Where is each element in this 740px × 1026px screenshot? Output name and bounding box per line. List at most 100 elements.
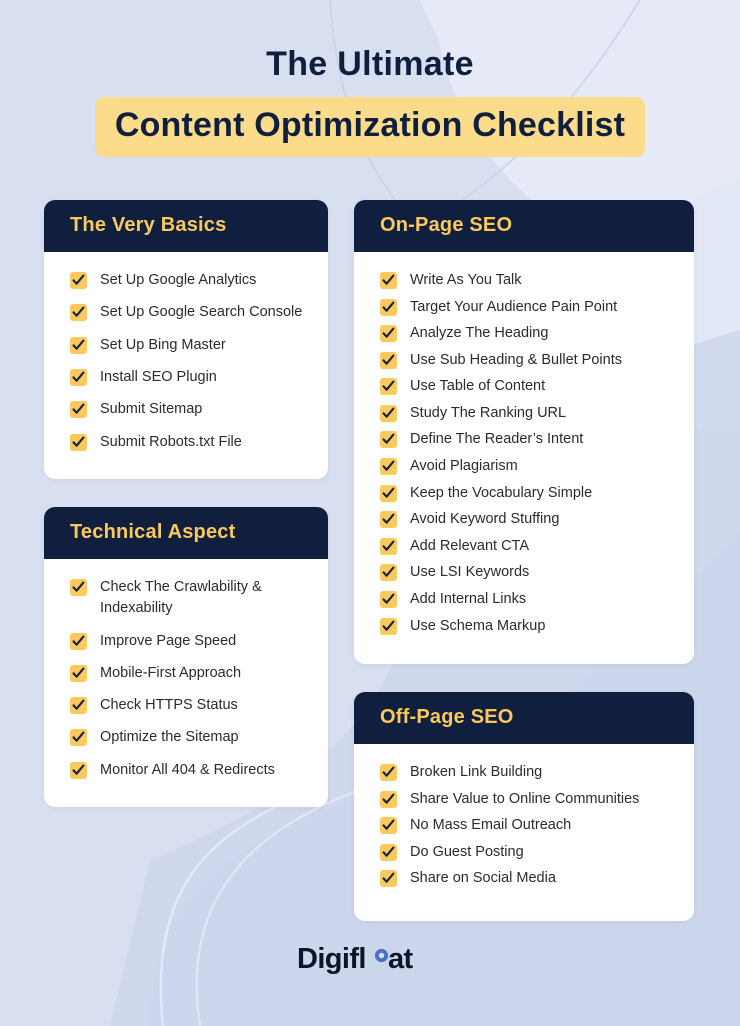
checklist-on-page-seo: Write As You Talk Target Your Audience P… [380, 270, 676, 636]
checkbox-checked-icon[interactable] [380, 764, 397, 782]
card-body-the-very-basics: Set Up Google Analytics Set Up Google Se… [44, 252, 328, 479]
checklist-item-label: Write As You Talk [410, 272, 522, 288]
page-title-line-2: Content Optimization Checklist [114, 106, 626, 145]
checkbox-checked-icon[interactable] [380, 431, 397, 449]
checkbox-checked-icon[interactable] [70, 664, 87, 682]
list-item[interactable]: Use Schema Markup [380, 616, 676, 637]
list-item[interactable]: Write As You Talk [380, 270, 676, 291]
list-item[interactable]: Do Guest Posting [380, 842, 676, 863]
checkbox-checked-icon[interactable] [380, 351, 397, 369]
list-item[interactable]: Set Up Google Search Console [70, 302, 310, 323]
card-body-on-page-seo: Write As You Talk Target Your Audience P… [354, 252, 694, 664]
list-item[interactable]: Share on Social Media [380, 868, 676, 889]
checkbox-checked-icon[interactable] [70, 761, 87, 779]
cards-layout: The Very Basics Set Up Google Analytics … [44, 200, 698, 921]
checkbox-checked-icon[interactable] [380, 843, 397, 861]
checklist-item-label: Avoid Keyword Stuffing [410, 511, 560, 528]
list-item[interactable]: Use Sub Heading & Bullet Points [380, 350, 676, 371]
checkbox-checked-icon[interactable] [380, 378, 397, 396]
checklist-item-label: Use LSI Keywords [410, 564, 530, 581]
checkbox-checked-icon[interactable] [70, 697, 87, 715]
list-item[interactable]: Target Your Audience Pain Point [380, 297, 676, 318]
checklist-item-label: Do Guest Posting [410, 843, 524, 860]
checklist-item-label: Mobile-First Approach [100, 664, 242, 681]
checkbox-checked-icon[interactable] [70, 632, 87, 650]
checkbox-checked-icon[interactable] [70, 433, 87, 451]
card-the-very-basics: The Very Basics Set Up Google Analytics … [44, 200, 328, 479]
checkbox-checked-icon[interactable] [70, 578, 87, 596]
checkbox-checked-icon[interactable] [380, 484, 397, 502]
checklist-item-label: Check HTTPS Status [100, 697, 238, 714]
checklist-item-label: Add Relevant CTA [410, 537, 530, 554]
card-header-technical-aspect: Technical Aspect [44, 506, 328, 559]
list-item[interactable]: Set Up Google Analytics [70, 270, 310, 291]
list-item[interactable]: Set Up Bing Master [70, 335, 310, 356]
list-item[interactable]: Mobile-First Approach [70, 663, 310, 684]
checklist-item-label: Submit Robots.txt File [100, 433, 242, 450]
list-item[interactable]: Submit Robots.txt File [70, 432, 310, 453]
checklist-item-label: No Mass Email Outreach [410, 817, 572, 834]
list-item[interactable]: No Mass Email Outreach [380, 815, 676, 836]
infographic-page: The Ultimate Content Optimization Checkl… [0, 0, 740, 1026]
list-item[interactable]: Avoid Keyword Stuffing [380, 509, 676, 530]
checkbox-checked-icon[interactable] [380, 870, 397, 888]
list-item[interactable]: Install SEO Plugin [70, 367, 310, 388]
card-body-off-page-seo: Broken Link Building Share Value to Onli… [354, 744, 694, 921]
card-on-page-seo: On-Page SEO Write As You Talk Target You… [354, 200, 694, 665]
digifloat-logo[interactable]: Digifl at [295, 938, 445, 978]
checkbox-checked-icon[interactable] [380, 404, 397, 422]
checkbox-checked-icon[interactable] [70, 729, 87, 747]
checkbox-checked-icon[interactable] [70, 401, 87, 419]
checkbox-checked-icon[interactable] [380, 511, 397, 529]
list-item[interactable]: Study The Ranking URL [380, 403, 676, 424]
card-header-the-very-basics: The Very Basics [44, 200, 328, 252]
left-column: The Very Basics Set Up Google Analytics … [44, 200, 328, 808]
checklist-item-label: Define The Reader’s Intent [410, 431, 584, 448]
list-item[interactable]: Add Relevant CTA [380, 536, 676, 557]
list-item[interactable]: Avoid Plagiarism [380, 456, 676, 477]
checkbox-checked-icon[interactable] [380, 298, 397, 316]
list-item[interactable]: Define The Reader’s Intent [380, 429, 676, 450]
checkbox-checked-icon[interactable] [380, 325, 397, 343]
checkbox-checked-icon[interactable] [380, 590, 397, 608]
checklist-technical-aspect: Check The Crawlability & Indexability Im… [70, 577, 310, 781]
list-item[interactable]: Use Table of Content [380, 376, 676, 397]
checkbox-checked-icon[interactable] [380, 790, 397, 808]
card-title-off-page-seo: Off-Page SEO [380, 706, 514, 729]
list-item[interactable]: Optimize the Sitemap [70, 727, 310, 748]
list-item[interactable]: Improve Page Speed [70, 631, 310, 652]
checkbox-checked-icon[interactable] [380, 564, 397, 582]
checklist-item-label: Set Up Google Analytics [100, 272, 257, 288]
list-item[interactable]: Broken Link Building [380, 762, 676, 783]
checkbox-checked-icon[interactable] [70, 304, 87, 322]
list-item[interactable]: Use LSI Keywords [380, 562, 676, 583]
list-item[interactable]: Share Value to Online Communities [380, 789, 676, 810]
checklist-off-page-seo: Broken Link Building Share Value to Onli… [380, 762, 676, 889]
checkbox-checked-icon[interactable] [380, 537, 397, 555]
card-body-technical-aspect: Check The Crawlability & Indexability Im… [44, 559, 328, 807]
list-item[interactable]: Monitor All 404 & Redirects [70, 760, 310, 781]
card-off-page-seo: Off-Page SEO Broken Link Building Share … [354, 692, 694, 921]
checkbox-checked-icon[interactable] [380, 272, 397, 289]
list-item[interactable]: Submit Sitemap [70, 399, 310, 420]
checkbox-checked-icon[interactable] [380, 617, 397, 635]
page-header: The Ultimate Content Optimization Checkl… [0, 0, 740, 158]
checklist-item-label: Broken Link Building [410, 764, 543, 781]
checkbox-checked-icon[interactable] [70, 368, 87, 386]
list-item[interactable]: Check HTTPS Status [70, 695, 310, 716]
checklist-item-label: Optimize the Sitemap [100, 729, 239, 746]
card-title-the-very-basics: The Very Basics [70, 214, 227, 236]
list-item[interactable]: Analyze The Heading [380, 323, 676, 344]
page-title-banner: Content Optimization Checklist [94, 97, 646, 158]
card-header-off-page-seo: Off-Page SEO [354, 692, 694, 745]
list-item[interactable]: Check The Crawlability & Indexability [70, 577, 310, 620]
checkbox-checked-icon[interactable] [380, 817, 397, 835]
checklist-item-label: Use Sub Heading & Bullet Points [410, 351, 622, 368]
list-item[interactable]: Keep the Vocabulary Simple [380, 483, 676, 504]
checkbox-checked-icon[interactable] [70, 336, 87, 354]
checklist-item-label: Install SEO Plugin [100, 368, 217, 385]
checkbox-checked-icon[interactable] [70, 272, 87, 289]
logo-text-after: at [388, 943, 414, 975]
checkbox-checked-icon[interactable] [380, 458, 397, 476]
list-item[interactable]: Add Internal Links [380, 589, 676, 610]
